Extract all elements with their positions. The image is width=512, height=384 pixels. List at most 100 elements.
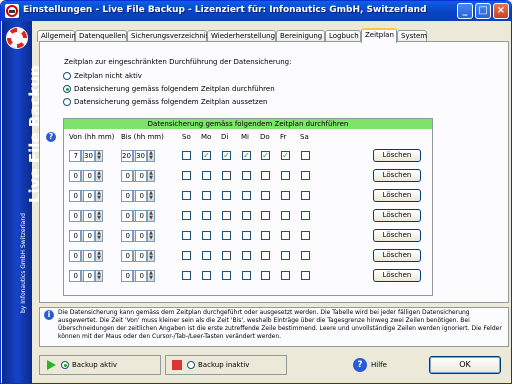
day-checkbox-fr[interactable] (281, 251, 290, 260)
delete-row-button[interactable]: Löschen (373, 189, 421, 202)
from-minute-field[interactable]: 0 (83, 270, 95, 282)
day-checkbox-di[interactable] (222, 271, 231, 280)
spinner-arrows-icon[interactable]: ▲▼ (95, 210, 103, 222)
radio-button-selected[interactable] (63, 85, 71, 93)
day-checkbox-do[interactable] (261, 271, 270, 280)
day-checkbox-do[interactable]: ✓ (261, 151, 270, 160)
day-checkbox-di[interactable] (222, 171, 231, 180)
to-minute-field[interactable]: 0 (135, 230, 147, 242)
to-hour-field[interactable]: 0 (121, 170, 133, 182)
close-button[interactable]: × (493, 3, 509, 19)
day-checkbox-mi[interactable] (242, 251, 251, 260)
day-checkbox-mo[interactable]: ✓ (202, 151, 211, 160)
maximize-button[interactable]: □ (475, 3, 491, 19)
radio-not-active[interactable]: Zeitplan nicht aktiv (63, 72, 142, 82)
day-checkbox-mo[interactable] (202, 211, 211, 220)
day-checkbox-sa[interactable] (301, 171, 310, 180)
day-checkbox-fr[interactable] (281, 211, 290, 220)
spinner-arrows-icon[interactable]: ▲▼ (95, 170, 103, 182)
day-checkbox-so[interactable] (182, 151, 191, 160)
from-hour-field[interactable]: 7 (69, 150, 81, 162)
minimize-button[interactable]: _ (457, 3, 473, 19)
day-checkbox-mo[interactable] (202, 171, 211, 180)
day-checkbox-do[interactable] (261, 211, 270, 220)
from-minute-field[interactable]: 0 (83, 230, 95, 242)
help-button[interactable]: ? Hilfe (353, 356, 387, 374)
radio-button[interactable] (187, 361, 195, 369)
day-checkbox-so[interactable] (182, 191, 191, 200)
to-minute-field[interactable]: 0 (135, 210, 147, 222)
to-minute-field[interactable]: 30 (135, 150, 147, 162)
delete-row-button[interactable]: Löschen (373, 169, 421, 182)
radio-backup-active[interactable]: Backup aktiv (45, 359, 117, 373)
delete-row-button[interactable]: Löschen (373, 209, 421, 222)
to-hour-field[interactable]: 20 (121, 150, 133, 162)
to-hour-field[interactable]: 0 (121, 250, 133, 262)
radio-run-schedule[interactable]: Datensicherung gemäss folgendem Zeitplan… (63, 85, 275, 95)
from-hour-field[interactable]: 0 (69, 210, 81, 222)
from-minute-field[interactable]: 0 (83, 170, 95, 182)
from-hour-field[interactable]: 0 (69, 270, 81, 282)
spinner-arrows-icon[interactable]: ▲▼ (95, 150, 103, 162)
radio-button-selected[interactable] (61, 361, 69, 369)
from-hour-field[interactable]: 0 (69, 190, 81, 202)
from-hour-field[interactable]: 0 (69, 250, 81, 262)
to-hour-field[interactable]: 0 (121, 230, 133, 242)
day-checkbox-do[interactable] (261, 231, 270, 240)
day-checkbox-so[interactable] (182, 271, 191, 280)
day-checkbox-mo[interactable] (202, 191, 211, 200)
day-checkbox-mi[interactable] (242, 231, 251, 240)
spinner-arrows-icon[interactable]: ▲▼ (95, 190, 103, 202)
from-minute-field[interactable]: 30 (83, 150, 95, 162)
day-checkbox-fr[interactable] (281, 271, 290, 280)
to-hour-field[interactable]: 0 (121, 210, 133, 222)
help-icon[interactable]: ? (46, 132, 56, 142)
delete-row-button[interactable]: Löschen (373, 269, 421, 282)
spinner-arrows-icon[interactable]: ▲▼ (95, 250, 103, 262)
spinner-arrows-icon[interactable]: ▲▼ (147, 170, 155, 182)
radio-button[interactable] (63, 72, 71, 80)
spinner-arrows-icon[interactable]: ▲▼ (147, 230, 155, 242)
spinner-arrows-icon[interactable]: ▲▼ (147, 210, 155, 222)
day-checkbox-so[interactable] (182, 251, 191, 260)
to-minute-field[interactable]: 0 (135, 250, 147, 262)
day-checkbox-di[interactable] (222, 251, 231, 260)
ok-button[interactable]: OK (429, 356, 501, 374)
from-minute-field[interactable]: 0 (83, 210, 95, 222)
day-checkbox-fr[interactable] (281, 231, 290, 240)
day-checkbox-mi[interactable] (242, 191, 251, 200)
day-checkbox-sa[interactable] (301, 191, 310, 200)
day-checkbox-mi[interactable]: ✓ (242, 151, 251, 160)
spinner-arrows-icon[interactable]: ▲▼ (147, 270, 155, 282)
day-checkbox-di[interactable] (222, 211, 231, 220)
day-checkbox-do[interactable] (261, 191, 270, 200)
spinner-arrows-icon[interactable]: ▲▼ (147, 250, 155, 262)
spinner-arrows-icon[interactable]: ▲▼ (95, 270, 103, 282)
spinner-arrows-icon[interactable]: ▲▼ (95, 230, 103, 242)
day-checkbox-fr[interactable]: ✓ (281, 151, 290, 160)
day-checkbox-do[interactable] (261, 251, 270, 260)
day-checkbox-mo[interactable] (202, 271, 211, 280)
radio-button[interactable] (63, 98, 71, 106)
day-checkbox-sa[interactable] (301, 211, 310, 220)
day-checkbox-di[interactable] (222, 191, 231, 200)
day-checkbox-mo[interactable] (202, 231, 211, 240)
day-checkbox-sa[interactable] (301, 251, 310, 260)
to-hour-field[interactable]: 0 (121, 190, 133, 202)
day-checkbox-sa[interactable] (301, 151, 310, 160)
title-bar[interactable]: Einstellungen - Live File Backup - Lizen… (1, 1, 511, 21)
from-hour-field[interactable]: 0 (69, 170, 81, 182)
delete-row-button[interactable]: Löschen (373, 229, 421, 242)
day-checkbox-di[interactable] (222, 231, 231, 240)
day-checkbox-mi[interactable] (242, 271, 251, 280)
spinner-arrows-icon[interactable]: ▲▼ (147, 150, 155, 162)
from-minute-field[interactable]: 0 (83, 250, 95, 262)
to-hour-field[interactable]: 0 (121, 270, 133, 282)
day-checkbox-sa[interactable] (301, 231, 310, 240)
delete-row-button[interactable]: Löschen (373, 149, 421, 162)
day-checkbox-fr[interactable] (281, 171, 290, 180)
delete-row-button[interactable]: Löschen (373, 249, 421, 262)
day-checkbox-mi[interactable] (242, 211, 251, 220)
radio-suspend-schedule[interactable]: Datensicherung gemäss folgendem Zeitplan… (63, 98, 267, 108)
day-checkbox-di[interactable]: ✓ (222, 151, 231, 160)
